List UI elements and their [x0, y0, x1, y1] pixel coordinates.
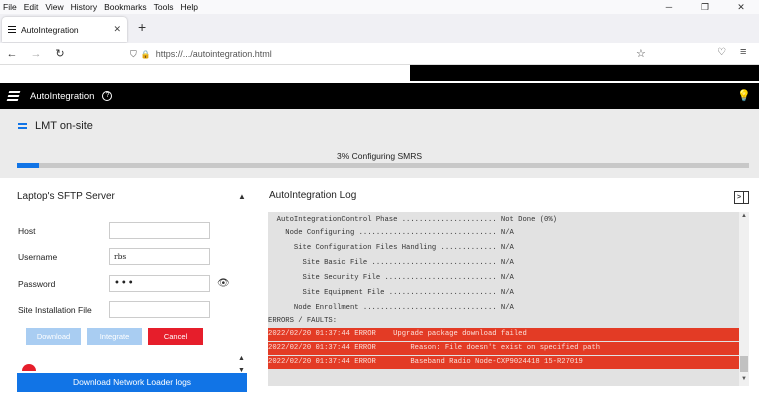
tab-close-icon[interactable]: ✕ — [113, 24, 121, 35]
host-label: Host — [18, 226, 36, 236]
menu-bookmarks[interactable]: Bookmarks — [104, 2, 147, 12]
url-text[interactable]: https://.../autointegration.html — [156, 49, 272, 59]
site-installation-file-label: Site Installation File — [18, 305, 92, 315]
progress-fill — [17, 163, 39, 168]
log-line: Site Configuration Files Handling ......… — [268, 244, 514, 252]
back-icon[interactable]: ← — [0, 48, 24, 60]
close-window-icon[interactable]: ✕ — [723, 0, 759, 14]
minimize-icon[interactable]: ─ — [651, 0, 687, 14]
site-installation-file-input[interactable] — [109, 301, 210, 318]
ericsson-logo-icon — [6, 90, 21, 102]
log-line: Node Enrollment ........................… — [268, 304, 514, 312]
pocket-icon[interactable]: ♡ — [717, 47, 726, 58]
password-label: Password — [18, 279, 56, 289]
log-line: Node Configuring .......................… — [268, 229, 514, 237]
lightbulb-icon[interactable]: 💡 — [737, 89, 751, 102]
menu-history[interactable]: History — [71, 2, 97, 12]
menu-file[interactable]: File — [3, 2, 17, 12]
log-error-line: 2022/02/20 01:37:44 ERROR Upgrade packag… — [268, 328, 739, 341]
app-title: AutoIntegration — [30, 90, 95, 102]
username-input[interactable]: rbs — [109, 248, 210, 265]
progress-area: 3% Configuring SMRS — [0, 143, 759, 178]
log-error-line: 2022/02/20 01:37:44 ERROR Baseband Radio… — [268, 356, 739, 369]
scrollbar-thumb[interactable] — [740, 356, 748, 372]
username-label: Username — [18, 252, 58, 262]
browser-menubar: File Edit View History Bookmarks Tools H… — [0, 0, 759, 14]
expand-panel-icon[interactable]: > — [734, 191, 749, 204]
lock-icon[interactable]: 🔒 — [141, 50, 151, 59]
redacted-region — [0, 65, 410, 81]
log-line: Site Security File .....................… — [268, 274, 514, 282]
menu-icon[interactable] — [18, 122, 28, 130]
browser-tab[interactable]: AutoIntegration ✕ — [2, 17, 127, 42]
forward-icon[interactable]: → — [24, 48, 48, 60]
log-output[interactable]: AutoIntegrationControl Phase ...........… — [268, 212, 739, 386]
menu-help[interactable]: Help — [180, 2, 197, 12]
collapse-chevron-icon[interactable]: ▲ — [238, 192, 246, 201]
progress-label: 3% Configuring SMRS — [336, 151, 423, 161]
help-icon[interactable]: ? — [102, 91, 113, 101]
error-indicator-icon — [22, 364, 36, 371]
url-bar[interactable]: ⛉ 🔒 https://.../autointegration.html — [130, 45, 660, 63]
scroll-down-arrow-icon[interactable]: ▼ — [739, 376, 749, 382]
sftp-panel-title: Laptop's SFTP Server — [17, 191, 115, 202]
section-header: LMT on-site — [0, 109, 759, 143]
browser-tabbar: AutoIntegration ✕ + — [0, 14, 759, 43]
sftp-panel — [7, 181, 256, 404]
log-panel-title: AutoIntegration Log — [269, 190, 357, 201]
password-input[interactable]: ••• — [109, 275, 210, 292]
bookmark-star-icon[interactable]: ☆ — [636, 47, 646, 60]
menu-view[interactable]: View — [45, 2, 63, 12]
download-button[interactable]: Download — [26, 328, 81, 345]
app-header: AutoIntegration ? 💡 — [0, 83, 759, 109]
app-favicon-icon — [8, 25, 16, 34]
log-line: Site Equipment File ....................… — [268, 289, 514, 297]
download-network-loader-logs-button[interactable]: Download Network Loader logs — [17, 373, 247, 392]
log-error-line: 2022/02/20 01:37:44 ERROR Reason: File d… — [268, 342, 739, 355]
window-controls: ─ ❐ ✕ — [651, 0, 759, 14]
shield-icon[interactable]: ⛉ — [130, 49, 137, 60]
restore-icon[interactable]: ❐ — [687, 0, 723, 14]
log-line: Site Basic File ........................… — [268, 259, 514, 267]
host-input[interactable] — [109, 222, 210, 239]
hamburger-menu-icon[interactable]: ≡ — [740, 46, 746, 58]
scroll-up-chevron-icon[interactable]: ▲ — [238, 355, 245, 362]
log-line: AutoIntegrationControl Phase ...........… — [268, 216, 557, 224]
progress-bar — [17, 163, 749, 168]
log-line: ERRORS / FAULTS: — [268, 317, 338, 325]
show-password-eye-icon[interactable]: 👁 — [217, 278, 230, 289]
cancel-button[interactable]: Cancel — [148, 328, 203, 345]
integrate-button[interactable]: Integrate — [87, 328, 142, 345]
section-title: LMT on-site — [35, 120, 93, 132]
page-top-strip — [0, 65, 759, 81]
scroll-up-arrow-icon[interactable]: ▲ — [739, 213, 749, 219]
log-scrollbar[interactable]: ▲ ▼ — [739, 212, 749, 386]
menu-tools[interactable]: Tools — [154, 2, 174, 12]
menu-edit[interactable]: Edit — [24, 2, 39, 12]
new-tab-icon[interactable]: + — [138, 19, 146, 35]
tab-title: AutoIntegration — [21, 24, 79, 35]
reload-icon[interactable]: ↻ — [48, 47, 72, 60]
